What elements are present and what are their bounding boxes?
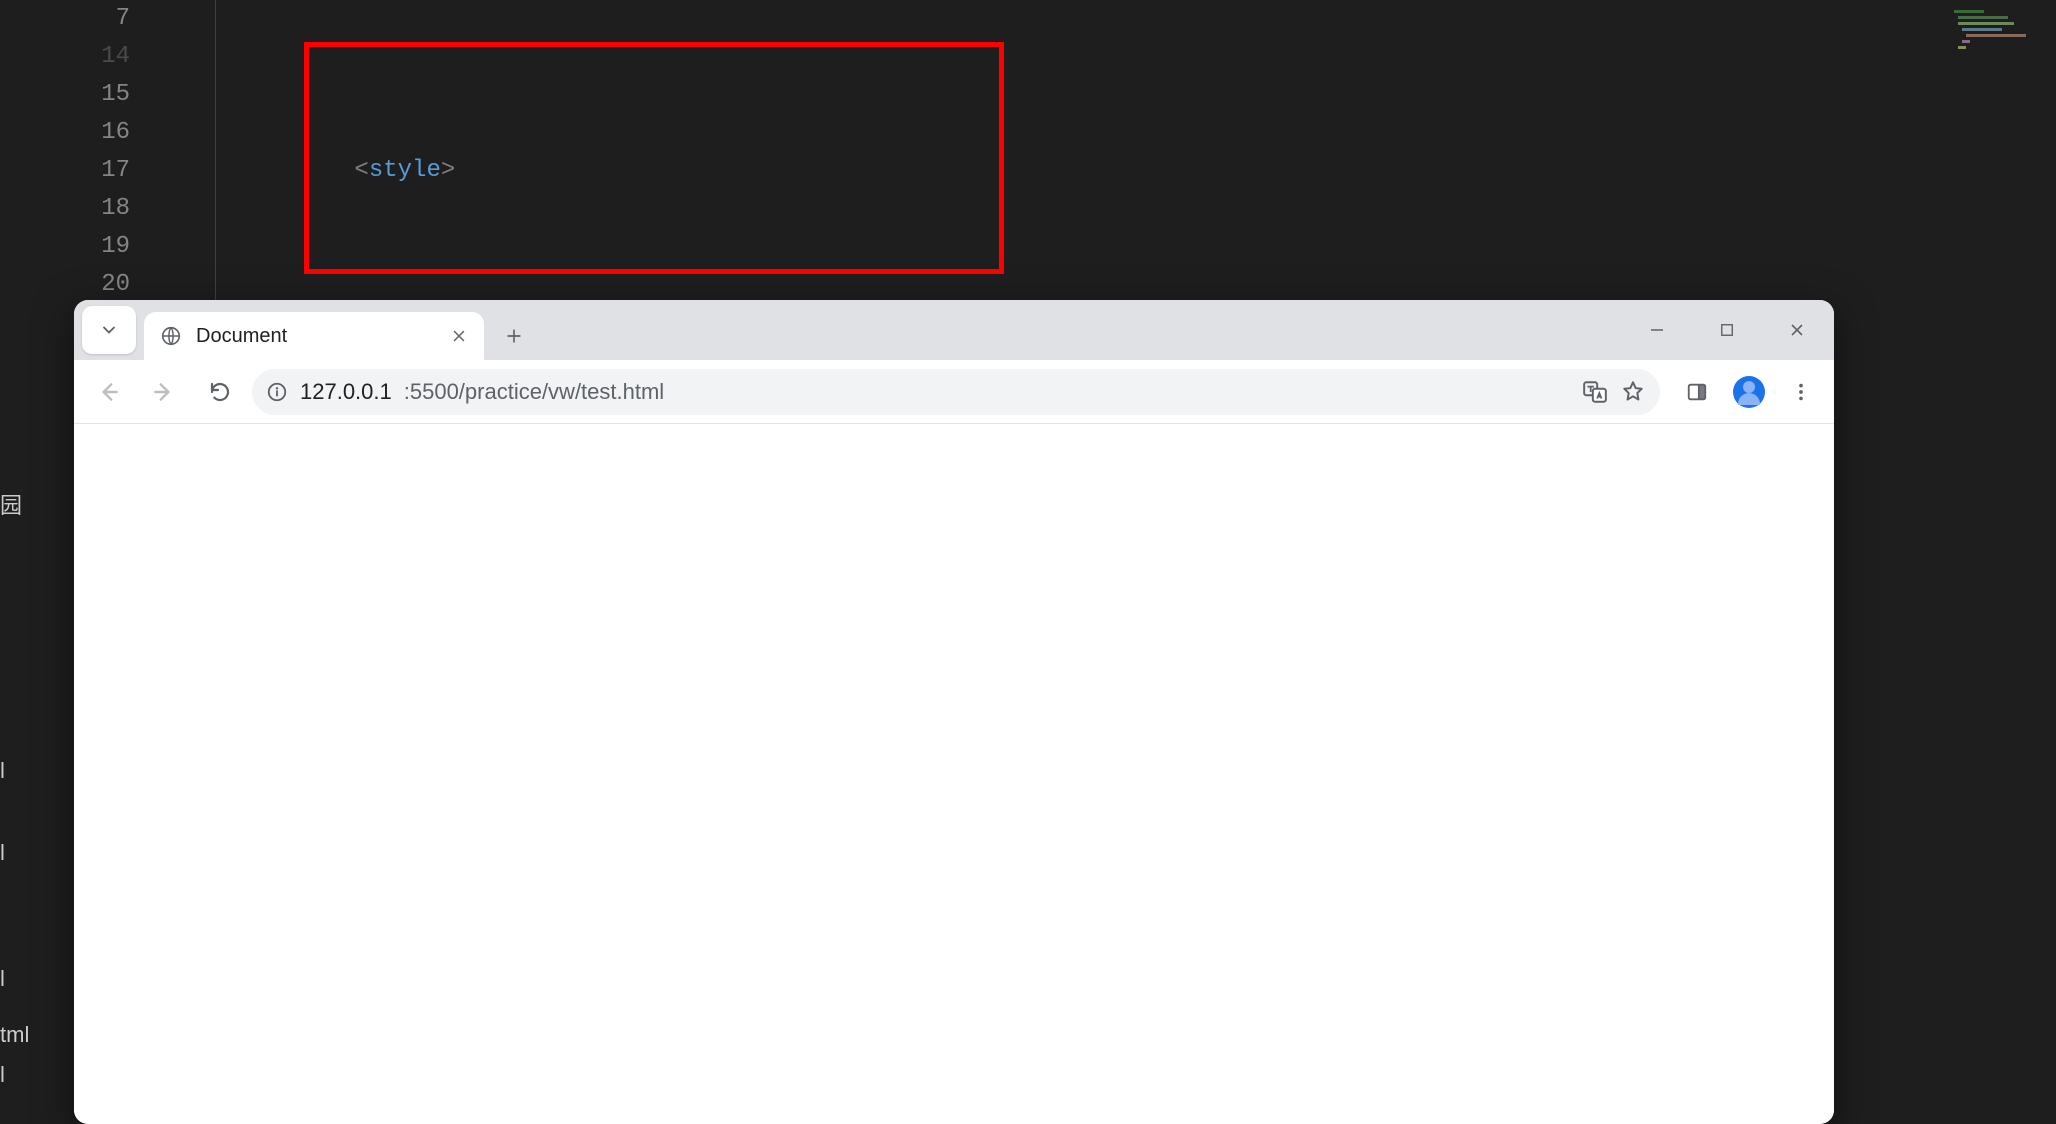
line-number: 20 [0, 266, 130, 304]
dots-vertical-icon [1790, 381, 1812, 403]
sidebar-fragment: l [0, 840, 5, 866]
profile-button[interactable] [1726, 369, 1772, 415]
page-viewport[interactable] [74, 424, 1834, 1124]
line-number: 15 [0, 76, 130, 114]
sidebar-fragment: l [0, 966, 5, 992]
url-path: :5500/practice/vw/test.html [404, 379, 664, 405]
panel-icon [1686, 381, 1708, 403]
nav-back-button[interactable] [84, 368, 132, 416]
reload-icon [208, 380, 232, 404]
browser-tab-active[interactable]: Document [144, 312, 484, 360]
line-number: 7 [0, 0, 130, 38]
minimap[interactable] [1942, 4, 2052, 84]
window-maximize-button[interactable] [1696, 306, 1758, 354]
minimize-icon [1649, 322, 1665, 338]
nav-reload-button[interactable] [196, 368, 244, 416]
line-number: 17 [0, 152, 130, 190]
address-bar[interactable]: 127.0.0.1 :5500/practice/vw/test.html [252, 369, 1660, 415]
maximize-icon [1720, 323, 1734, 337]
code-line-7[interactable]: <style> [170, 114, 2056, 152]
avatar-icon [1733, 376, 1765, 408]
window-controls [1626, 300, 1828, 360]
browser-window: Document [74, 300, 1834, 1124]
tag-name: style [369, 157, 441, 184]
nav-forward-button[interactable] [140, 368, 188, 416]
tag-close-bracket: > [441, 157, 455, 184]
side-panel-button[interactable] [1674, 369, 1720, 415]
tab-title: Document [196, 325, 287, 348]
site-info-icon[interactable] [266, 381, 288, 403]
close-icon [1789, 322, 1805, 338]
sidebar-fragment: l [0, 758, 5, 784]
browser-tab-strip: Document [74, 300, 1834, 360]
plus-icon [504, 326, 524, 346]
window-minimize-button[interactable] [1626, 306, 1688, 354]
url-host: 127.0.0.1 [300, 379, 392, 405]
star-icon[interactable] [1620, 379, 1646, 405]
sidebar-fragment: tml [0, 1022, 29, 1048]
line-number-gutter: 7 14 15 16 17 18 19 20 21 [0, 0, 170, 342]
line-number: 16 [0, 114, 130, 152]
arrow-right-icon [151, 379, 177, 405]
browser-toolbar: 127.0.0.1 :5500/practice/vw/test.html [74, 360, 1834, 424]
close-tab-icon[interactable] [450, 327, 468, 345]
tab-search-button[interactable] [82, 306, 136, 354]
globe-icon [160, 325, 182, 347]
browser-menu-button[interactable] [1778, 369, 1824, 415]
line-number: 14 [0, 38, 130, 76]
tag-open-bracket: < [354, 157, 368, 184]
sidebar-fragment: 园 [0, 488, 22, 520]
arrow-left-icon [95, 379, 121, 405]
sidebar-fragment: l [0, 1062, 5, 1088]
new-tab-button[interactable] [494, 316, 534, 356]
code-line-14[interactable] [170, 266, 2056, 304]
toolbar-right [1668, 369, 1824, 415]
window-close-button[interactable] [1766, 306, 1828, 354]
line-number: 18 [0, 190, 130, 228]
line-number: 19 [0, 228, 130, 266]
translate-icon[interactable] [1582, 379, 1608, 405]
chevron-down-icon [99, 320, 119, 340]
